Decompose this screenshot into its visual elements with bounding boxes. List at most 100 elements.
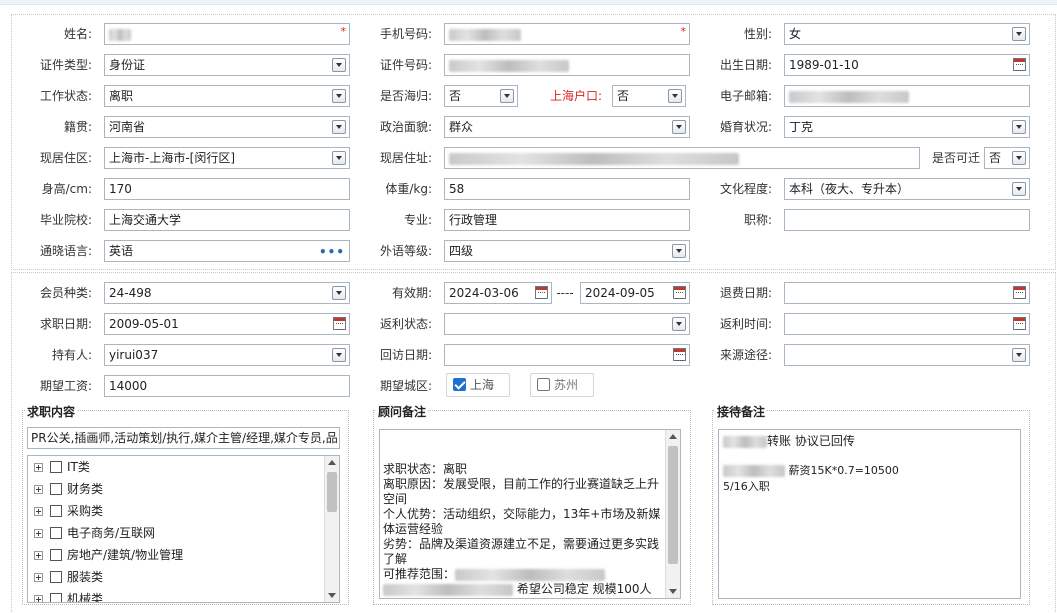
- advisor-notes-textarea[interactable]: 求职状态：离职 离职原因：发展受限，目前工作的行业赛道缺乏上升空间 个人优势：活…: [379, 429, 681, 599]
- title-field[interactable]: [784, 209, 1030, 231]
- advisor-notes-scrollbar[interactable]: [665, 430, 680, 598]
- tree-item-ecommerce[interactable]: 电子商务/互联网: [34, 522, 155, 544]
- birth-date-field[interactable]: 1989-01-10: [784, 54, 1030, 76]
- chevron-down-icon[interactable]: [672, 244, 686, 258]
- scroll-up-icon[interactable]: [669, 434, 677, 439]
- calendar-icon[interactable]: [1013, 286, 1026, 299]
- city-option-shanghai[interactable]: 上海: [446, 373, 510, 397]
- jobdate-field[interactable]: 2009-05-01: [104, 313, 350, 335]
- returnee-select[interactable]: 否: [444, 85, 518, 107]
- checkbox-icon[interactable]: [50, 505, 62, 517]
- chevron-down-icon[interactable]: [500, 89, 514, 103]
- scroll-up-icon[interactable]: [328, 460, 336, 465]
- school-field[interactable]: 上海交通大学: [104, 209, 350, 231]
- valid-from-field[interactable]: 2024-03-06: [444, 282, 552, 304]
- calendar-icon[interactable]: [1013, 317, 1026, 330]
- checkbox-icon[interactable]: [50, 527, 62, 539]
- name-field[interactable]: *: [104, 23, 350, 45]
- chevron-down-icon[interactable]: [332, 89, 346, 103]
- residence-select[interactable]: 上海市-上海市-[闵行区]: [104, 147, 350, 169]
- member-type-select[interactable]: 24-498: [104, 282, 350, 304]
- checkbox-icon[interactable]: [50, 593, 62, 602]
- refund-label: 退费日期:: [719, 286, 772, 300]
- address-field[interactable]: [444, 147, 920, 169]
- chevron-down-icon[interactable]: [332, 120, 346, 134]
- checkbox-icon[interactable]: [50, 549, 62, 561]
- reception-notes-textarea[interactable]: 转账 协议已回传 薪资15K*0.7=10500 5/16入职: [718, 429, 1021, 599]
- phone-field[interactable]: *: [444, 23, 690, 45]
- calendar-icon[interactable]: [1013, 58, 1026, 71]
- expand-icon[interactable]: [34, 463, 43, 472]
- rebate-status-select[interactable]: [444, 313, 690, 335]
- workstatus-select[interactable]: 离职: [104, 85, 350, 107]
- checkbox-icon[interactable]: [50, 571, 62, 583]
- foreign-select[interactable]: 四级: [444, 240, 690, 262]
- chevron-down-icon[interactable]: [1012, 120, 1026, 134]
- scroll-thumb[interactable]: [327, 472, 337, 512]
- tree-item-realestate[interactable]: 房地产/建筑/物业管理: [34, 544, 183, 566]
- gender-label: 性别:: [743, 27, 772, 41]
- political-select[interactable]: 群众: [444, 116, 690, 138]
- tree-item-machinery[interactable]: 机械类: [34, 588, 103, 602]
- expand-icon[interactable]: [34, 485, 43, 494]
- chevron-down-icon[interactable]: [668, 89, 682, 103]
- calendar-icon[interactable]: [673, 348, 686, 361]
- scroll-down-icon[interactable]: [328, 593, 336, 598]
- tree-item-apparel[interactable]: 服装类: [34, 566, 103, 588]
- scroll-down-icon[interactable]: [669, 589, 677, 594]
- visit-date-field[interactable]: [444, 344, 690, 366]
- edu-select[interactable]: 本科（夜大、专升本）: [784, 178, 1030, 200]
- gender-select[interactable]: 女: [784, 23, 1030, 45]
- more-icon[interactable]: •••: [319, 242, 345, 261]
- tree-item-it[interactable]: IT类: [34, 456, 90, 478]
- scroll-thumb[interactable]: [668, 446, 678, 564]
- city-option-suzhou[interactable]: 苏州: [530, 373, 594, 397]
- chevron-down-icon[interactable]: [672, 317, 686, 331]
- expand-icon[interactable]: [34, 507, 43, 516]
- reception-notes-title: 接待备注: [715, 403, 768, 420]
- name-label: 姓名:: [63, 27, 92, 41]
- chevron-down-icon[interactable]: [1012, 182, 1026, 196]
- marital-select[interactable]: 丁克: [784, 116, 1030, 138]
- chevron-down-icon[interactable]: [332, 151, 346, 165]
- calendar-icon[interactable]: [673, 286, 686, 299]
- salary-field[interactable]: 14000: [104, 375, 350, 397]
- checkbox-checked-icon[interactable]: [453, 378, 466, 391]
- chevron-down-icon[interactable]: [1012, 151, 1026, 165]
- chevron-down-icon[interactable]: [1012, 27, 1026, 41]
- calendar-icon[interactable]: [333, 317, 346, 330]
- chevron-down-icon[interactable]: [332, 348, 346, 362]
- chevron-down-icon[interactable]: [672, 120, 686, 134]
- email-label: 电子邮箱:: [719, 89, 772, 103]
- checkbox-icon[interactable]: [537, 378, 550, 391]
- weight-field[interactable]: 58: [444, 178, 690, 200]
- hukou-select[interactable]: 否: [612, 85, 686, 107]
- checkbox-icon[interactable]: [50, 483, 62, 495]
- source-select[interactable]: [784, 344, 1030, 366]
- relocate-select[interactable]: 否: [984, 147, 1030, 169]
- chevron-down-icon[interactable]: [332, 286, 346, 300]
- height-field[interactable]: 170: [104, 178, 350, 200]
- chevron-down-icon[interactable]: [332, 58, 346, 72]
- rebate-time-field[interactable]: [784, 313, 1030, 335]
- job-summary-field[interactable]: PR公关,插画师,活动策划/执行,媒介主管/经理,媒介专员,品: [27, 427, 340, 449]
- tree-item-procurement[interactable]: 采购类: [34, 500, 103, 522]
- native-select[interactable]: 河南省: [104, 116, 350, 138]
- lang-field[interactable]: 英语 •••: [104, 240, 350, 262]
- holder-select[interactable]: yirui037: [104, 344, 350, 366]
- chevron-down-icon[interactable]: [1012, 348, 1026, 362]
- expand-icon[interactable]: [34, 551, 43, 560]
- expand-icon[interactable]: [34, 573, 43, 582]
- expand-icon[interactable]: [34, 529, 43, 538]
- refund-date-field[interactable]: [784, 282, 1030, 304]
- tree-item-finance[interactable]: 财务类: [34, 478, 103, 500]
- idtype-select[interactable]: 身份证: [104, 54, 350, 76]
- idno-field[interactable]: [444, 54, 690, 76]
- checkbox-icon[interactable]: [50, 461, 62, 473]
- email-field[interactable]: [784, 85, 1030, 107]
- valid-to-field[interactable]: 2024-09-05: [580, 282, 690, 304]
- major-field[interactable]: 行政管理: [444, 209, 690, 231]
- tree-scrollbar[interactable]: [324, 456, 339, 602]
- calendar-icon[interactable]: [535, 286, 548, 299]
- expand-icon[interactable]: [34, 595, 43, 602]
